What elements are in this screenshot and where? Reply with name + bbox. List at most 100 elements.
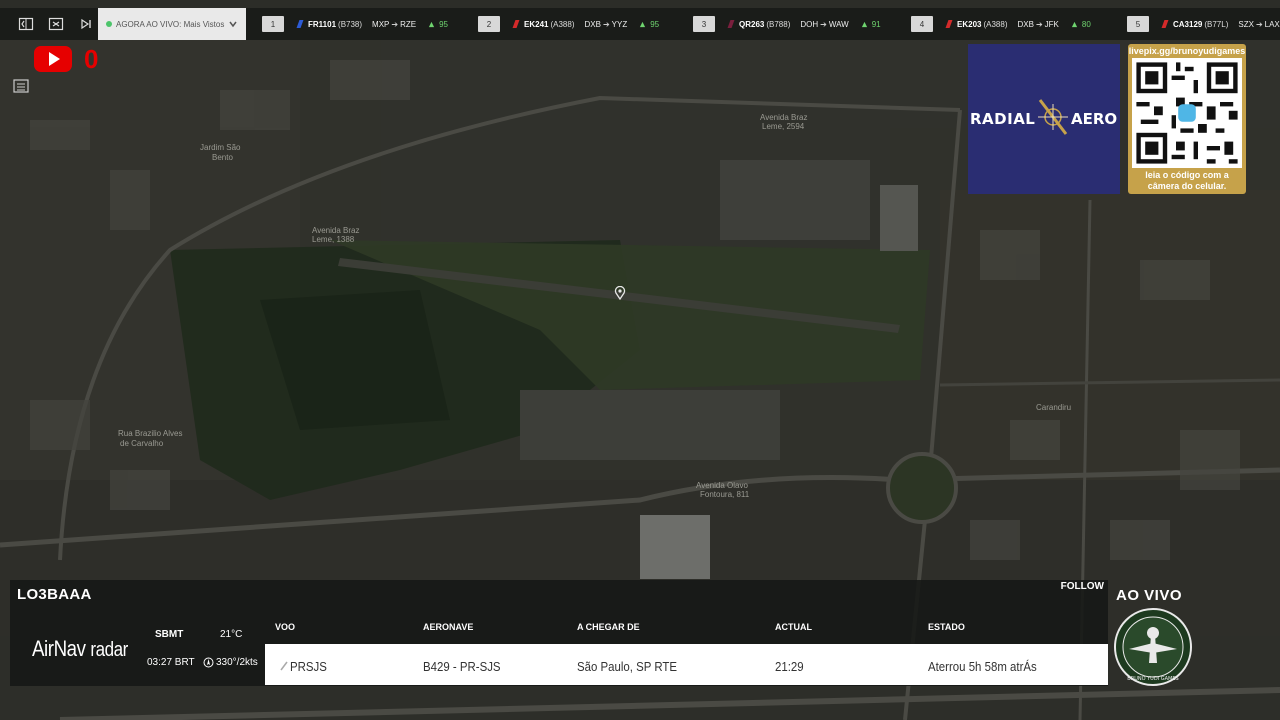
flight-progress: 95 <box>439 19 448 29</box>
arrow-right-icon: ➔ <box>1255 19 1263 29</box>
svg-text:Leme, 1388: Leme, 1388 <box>312 235 355 244</box>
flight-code: EK203 <box>957 19 982 29</box>
svg-text:Jardim São: Jardim São <box>200 143 241 152</box>
svg-text:Avenida Braz: Avenida Braz <box>760 113 807 122</box>
radial-aero-ad: RADIAL AERO <box>968 44 1120 194</box>
wind-info: 330°/2kts <box>203 657 258 668</box>
column-header-actual: ACTUAL <box>775 622 812 632</box>
flight-destination: LAX <box>1264 19 1280 29</box>
flight-rank: 3 <box>693 16 715 32</box>
badge-text: BRUNO YUDI GAMES <box>1127 676 1178 682</box>
flight-code: FR1101 <box>308 19 337 29</box>
list-panel-icon[interactable] <box>12 78 30 94</box>
flight-origin: MXP <box>372 19 390 29</box>
flight-code: QR263 <box>739 19 765 29</box>
flight-chip-4[interactable]: 4 EK203 (A388) DXB ➔ JFK 80 <box>911 8 1091 40</box>
expand-window-icon[interactable] <box>48 16 64 32</box>
flight-info-panel: LO3BAAA FOLLOW AirNav radar SBMT 21°C 03… <box>10 580 1108 686</box>
brand-thin: radar <box>90 639 128 661</box>
map-pin-icon[interactable] <box>614 286 626 300</box>
flight-rank: 2 <box>478 16 500 32</box>
flight-progress: 95 <box>650 19 660 29</box>
ad-brand-left: RADIAL <box>970 110 1036 128</box>
svg-text:Rua Brazilio Alves: Rua Brazilio Alves <box>118 429 182 438</box>
propeller-logo-icon <box>1038 99 1068 135</box>
youtube-counter: 0 <box>84 44 99 74</box>
column-header-estado: ESTADO <box>928 622 965 632</box>
flight-chip-1[interactable]: 1 FR1101 (B738) MXP ➔ RZE 95 <box>262 8 448 40</box>
live-mode-label: AGORA AO VIVO: Mais Vistos <box>116 19 225 29</box>
chevron-down-icon <box>229 21 237 28</box>
airline-tail-icon <box>296 20 304 28</box>
flight-chip-5[interactable]: 5 CA3129 (B77L) SZX ➔ LAX <box>1127 8 1280 40</box>
live-mode-select[interactable]: AGORA AO VIVO: Mais Vistos <box>98 8 246 40</box>
flight-progress: 91 <box>871 19 881 29</box>
flight-rank: 4 <box>911 16 933 32</box>
column-header-origem: A CHEGAR DE <box>577 622 640 632</box>
flight-chip-2[interactable]: 2 EK241 (A388) DXB ➔ YYZ 95 <box>478 8 659 40</box>
progress-icon <box>1071 21 1077 27</box>
youtube-logo-icon <box>34 46 72 72</box>
qr-code-icon <box>1132 58 1242 168</box>
airline-tail-icon <box>945 20 953 28</box>
aircraft-type: (A388) <box>550 19 575 29</box>
wind-value: 330°/2kts <box>216 657 258 668</box>
flight-origin: SZX <box>1238 19 1254 29</box>
flight-code: CA3129 <box>1173 19 1203 29</box>
column-header-aeronave: AERONAVE <box>423 622 474 632</box>
cell-origem: São Paulo, SP RTE <box>577 659 678 674</box>
aircraft-type: (B738) <box>338 19 363 29</box>
local-time: 03:27 BRT <box>147 657 195 668</box>
arrow-right-icon: ➔ <box>602 19 610 29</box>
aircraft-type: (B788) <box>766 19 791 29</box>
arrow-right-icon: ➔ <box>820 19 827 29</box>
svg-text:Bento: Bento <box>212 153 233 162</box>
collapse-sidebar-icon[interactable] <box>18 16 34 32</box>
flight-destination: RZE <box>400 19 417 29</box>
flight-origin: DOH <box>800 19 819 29</box>
ad-brand-right: AERO <box>1071 110 1118 128</box>
airline-tail-icon <box>512 20 520 28</box>
airnav-radar-logo: AirNav radar <box>32 636 128 662</box>
aircraft-icon <box>280 661 288 671</box>
flight-code: EK241 <box>524 19 549 29</box>
airport-code: SBMT <box>155 629 184 640</box>
live-dot-icon <box>106 21 112 27</box>
qr-url-text: livepix.gg/brunoyudigames <box>1128 46 1246 56</box>
svg-text:Avenida Braz: Avenida Braz <box>312 226 359 235</box>
airline-tail-icon <box>1161 20 1169 28</box>
callsign-title: LO3BAAA <box>17 586 92 603</box>
flight-origin: DXB <box>1017 19 1034 29</box>
flight-destination: WAW <box>828 19 849 29</box>
progress-icon <box>861 21 867 27</box>
flight-progress: 80 <box>1081 19 1091 29</box>
cell-aeronave: B429 - PR-SJS <box>423 659 501 674</box>
svg-text:Fontoura, 811: Fontoura, 811 <box>700 490 750 499</box>
qr-code-ad[interactable]: livepix.gg/brunoyudigames leia o código … <box>1128 44 1246 194</box>
flight-rank: 1 <box>262 16 284 32</box>
temperature: 21°C <box>220 629 243 640</box>
skip-next-icon[interactable] <box>78 16 94 32</box>
qr-caption-line-1: leia o código com a <box>1145 170 1229 180</box>
arrow-right-icon: ➔ <box>391 19 399 29</box>
live-label: AO VIVO <box>1116 587 1183 604</box>
progress-icon <box>428 21 435 27</box>
column-header-voo: VOO <box>275 622 296 632</box>
progress-icon <box>640 21 646 27</box>
airline-tail-icon <box>727 20 735 28</box>
svg-text:Leme, 2594: Leme, 2594 <box>762 122 805 131</box>
wind-compass-icon <box>203 657 214 668</box>
follow-button[interactable]: FOLLOW <box>1061 581 1104 592</box>
flight-origin: DXB <box>584 19 601 29</box>
qr-caption-line-2: câmera do celular. <box>1147 181 1227 191</box>
flight-chip-3[interactable]: 3 QR263 (B788) DOH ➔ WAW 91 <box>693 8 881 40</box>
cell-voo: PRSJS <box>290 659 327 674</box>
arrow-right-icon: ➔ <box>1035 19 1043 29</box>
top-flights-bar: AGORA AO VIVO: Mais Vistos 1 FR1101 (B73… <box>0 8 1280 40</box>
aircraft-type: (A388) <box>983 19 1008 29</box>
cell-estado: Aterrou 5h 58m atrÁs <box>928 659 1037 674</box>
flight-rank: 5 <box>1127 16 1149 32</box>
aircraft-type: (B77L) <box>1204 19 1229 29</box>
channel-badge-logo: BRUNO YUDI GAMES <box>1114 608 1192 686</box>
svg-text:Carandiru: Carandiru <box>1036 403 1071 412</box>
